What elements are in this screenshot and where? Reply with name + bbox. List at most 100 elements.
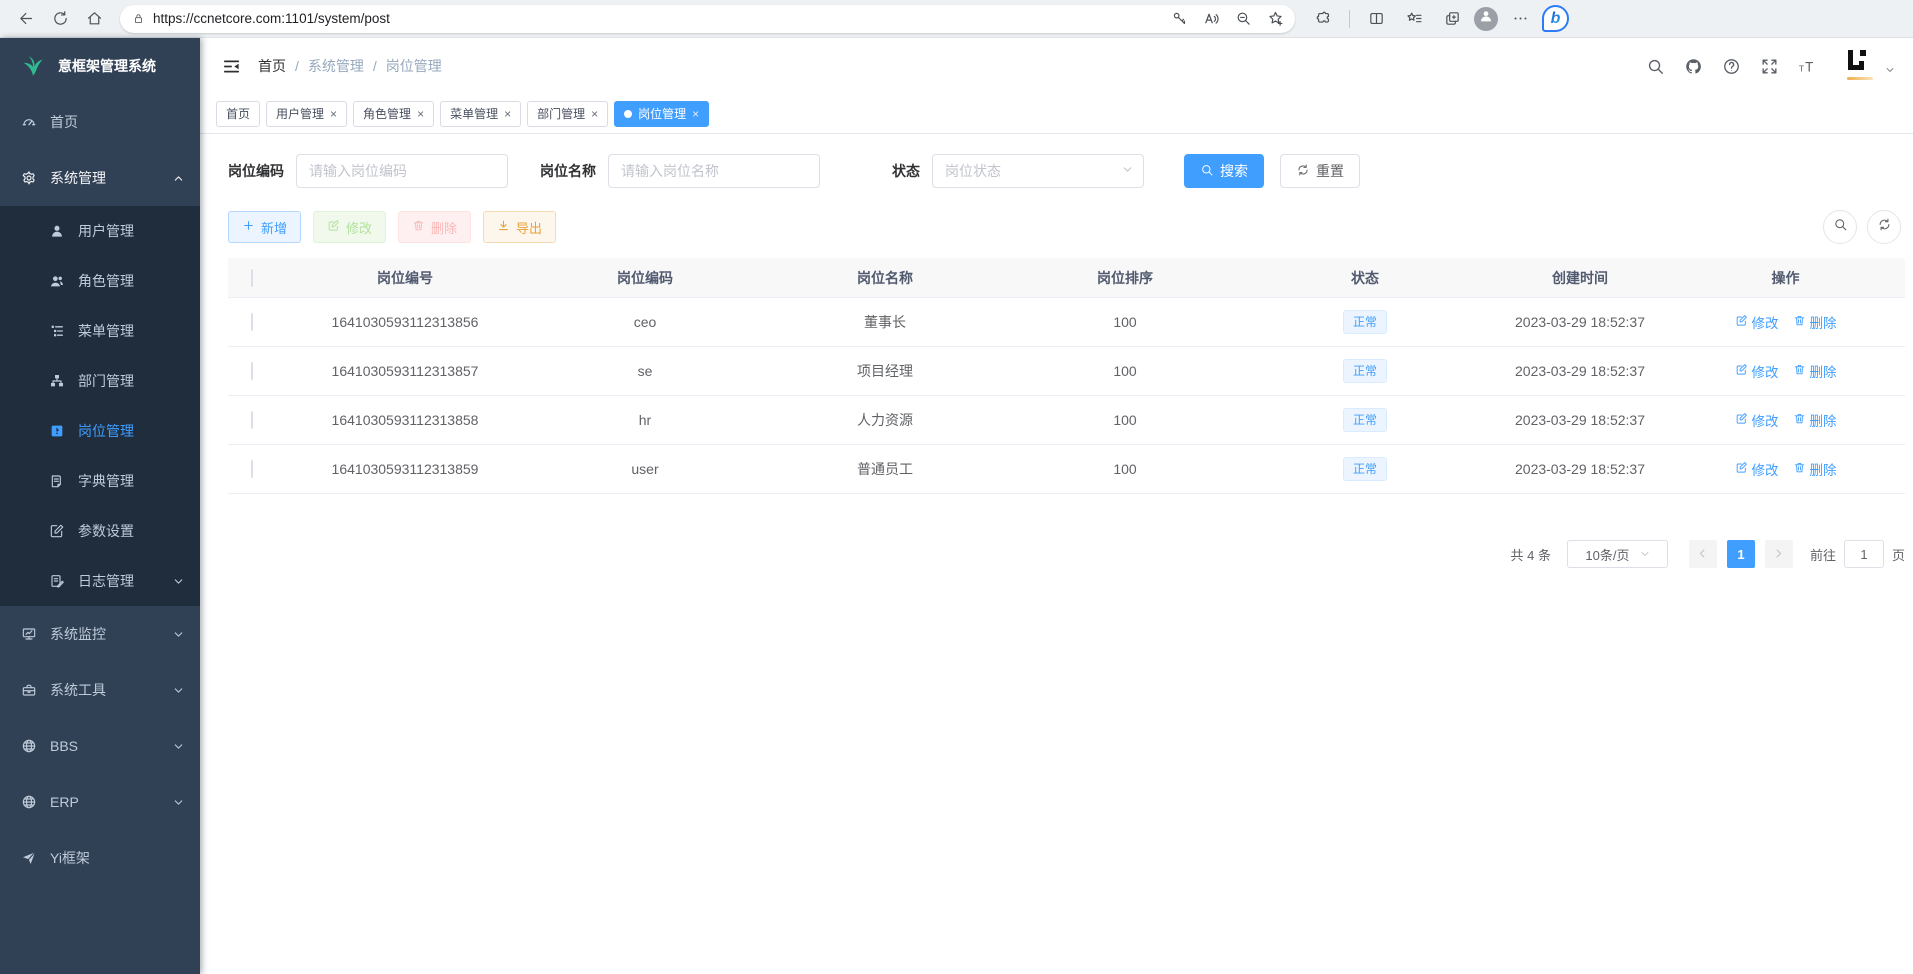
breadcrumb-system[interactable]: 系统管理 (308, 56, 364, 76)
page-size-select[interactable]: 10条/页 (1567, 540, 1668, 568)
status-cell: 正常 (1236, 359, 1494, 383)
refresh-icon[interactable] (44, 4, 76, 34)
row-delete-link[interactable]: 删除 (1793, 312, 1837, 332)
row-checkbox[interactable] (251, 362, 253, 380)
sidebar-item-系统监控[interactable]: 系统监控 (0, 606, 200, 662)
split-screen-icon[interactable] (1360, 4, 1392, 34)
app-logo[interactable]: 意框架管理系统 (0, 38, 200, 94)
sidebar-item-角色管理[interactable]: 角色管理 (0, 256, 200, 306)
breadcrumb-separator: / (373, 58, 377, 74)
row-checkbox[interactable] (251, 460, 253, 478)
back-icon[interactable] (10, 4, 42, 34)
sidebar-item-岗位管理[interactable]: 岗位管理 (0, 406, 200, 456)
menu-list-icon (48, 322, 66, 340)
extensions-icon[interactable] (1307, 4, 1339, 34)
sidebar-item-参数设置[interactable]: 参数设置 (0, 506, 200, 556)
fullscreen-icon[interactable] (1753, 50, 1785, 82)
search-button[interactable]: 搜索 (1184, 154, 1264, 188)
search-icon[interactable] (1639, 50, 1671, 82)
sidebar-fold-icon[interactable] (214, 49, 248, 83)
status-label: 状态 (892, 161, 920, 181)
select-all-checkbox[interactable] (251, 269, 253, 287)
row-edit-link[interactable]: 修改 (1735, 410, 1779, 430)
url-text[interactable]: https://ccnetcore.com:1101/system/post (153, 11, 1157, 26)
user-avatar[interactable] (1843, 49, 1877, 83)
tab-角色管理[interactable]: 角色管理× (353, 101, 434, 127)
row-delete-link[interactable]: 删除 (1793, 410, 1837, 430)
close-icon[interactable]: × (417, 108, 424, 120)
actions-cell: 修改删除 (1666, 459, 1905, 479)
close-icon[interactable]: × (591, 108, 598, 120)
tab-菜单管理[interactable]: 菜单管理× (440, 101, 521, 127)
svg-text:T: T (1805, 59, 1813, 74)
gear-icon (20, 169, 38, 187)
row-delete-link[interactable]: 删除 (1793, 361, 1837, 381)
sidebar-item-部门管理[interactable]: 部门管理 (0, 356, 200, 406)
sidebar-item-菜单管理[interactable]: 菜单管理 (0, 306, 200, 356)
breadcrumb-home[interactable]: 首页 (258, 56, 286, 76)
prev-page-button[interactable] (1689, 540, 1717, 568)
edit-sq-icon (1735, 314, 1748, 330)
address-bar[interactable]: https://ccnetcore.com:1101/system/post (120, 5, 1295, 33)
post-code-input[interactable] (296, 154, 508, 188)
refresh-table-button[interactable] (1867, 210, 1901, 244)
post-id-cell: 1641030593112313856 (276, 314, 534, 330)
collections-icon[interactable] (1436, 4, 1468, 34)
status-select[interactable]: 岗位状态 (932, 154, 1144, 188)
top-navbar: 首页 / 系统管理 / 岗位管理 TT (200, 38, 1913, 94)
page-number-button[interactable]: 1 (1727, 540, 1755, 568)
favorite-add-icon[interactable] (1261, 4, 1289, 34)
toggle-search-button[interactable] (1823, 210, 1857, 244)
sidebar-item-bbs[interactable]: BBS (0, 718, 200, 774)
more-icon[interactable] (1504, 4, 1536, 34)
sidebar-item-首页[interactable]: 首页 (0, 94, 200, 150)
goto-page-input[interactable] (1844, 540, 1884, 568)
post-table: 岗位编号岗位编码岗位名称岗位排序状态创建时间操作1641030593112313… (228, 258, 1905, 494)
row-edit-link[interactable]: 修改 (1735, 459, 1779, 479)
sidebar-item-用户管理[interactable]: 用户管理 (0, 206, 200, 256)
add-button[interactable]: 新增 (228, 211, 301, 243)
sidebar-item-字典管理[interactable]: 字典管理 (0, 456, 200, 506)
close-icon[interactable]: × (330, 108, 337, 120)
delete-button[interactable]: 删除 (398, 211, 471, 243)
tab-首页[interactable]: 首页 (216, 101, 260, 127)
close-icon[interactable]: × (692, 108, 699, 120)
sidebar-item-label: ERP (50, 794, 79, 810)
sidebar-item-erp[interactable]: ERP (0, 774, 200, 830)
active-tab-dot (624, 110, 632, 118)
sidebar-item-系统管理[interactable]: 系统管理 (0, 150, 200, 206)
home-icon[interactable] (78, 4, 110, 34)
export-button[interactable]: 导出 (483, 211, 556, 243)
tab-用户管理[interactable]: 用户管理× (266, 101, 347, 127)
row-edit-link[interactable]: 修改 (1735, 361, 1779, 381)
close-icon[interactable]: × (504, 108, 511, 120)
tab-部门管理[interactable]: 部门管理× (527, 101, 608, 127)
sidebar-item-yi框架[interactable]: Yi框架 (0, 830, 200, 886)
edit-button[interactable]: 修改 (313, 211, 386, 243)
profile-avatar[interactable] (1474, 7, 1498, 31)
reset-button[interactable]: 重置 (1280, 154, 1360, 188)
edit-icon (327, 219, 340, 235)
header-checkbox-cell (228, 270, 276, 286)
breadcrumb-separator: / (295, 58, 299, 74)
help-icon[interactable] (1715, 50, 1747, 82)
favorites-bar-icon[interactable] (1398, 4, 1430, 34)
zoom-out-icon[interactable] (1229, 4, 1257, 34)
tab-岗位管理[interactable]: 岗位管理× (614, 101, 709, 127)
row-checkbox[interactable] (251, 411, 253, 429)
post-code-cell: se (534, 363, 756, 379)
row-checkbox[interactable] (251, 313, 253, 331)
sidebar-item-系统工具[interactable]: 系统工具 (0, 662, 200, 718)
post-name-input[interactable] (608, 154, 820, 188)
github-icon[interactable] (1677, 50, 1709, 82)
text-size-icon[interactable]: TT (1791, 50, 1823, 82)
key-icon[interactable] (1165, 4, 1193, 34)
read-aloud-icon[interactable] (1197, 4, 1225, 34)
row-edit-link[interactable]: 修改 (1735, 312, 1779, 332)
dashboard-icon (20, 113, 38, 131)
next-page-button[interactable] (1765, 540, 1793, 568)
copilot-icon[interactable]: b (1542, 5, 1569, 32)
chevron-down-icon[interactable] (1885, 65, 1895, 75)
sidebar-item-日志管理[interactable]: 日志管理 (0, 556, 200, 606)
row-delete-link[interactable]: 删除 (1793, 459, 1837, 479)
